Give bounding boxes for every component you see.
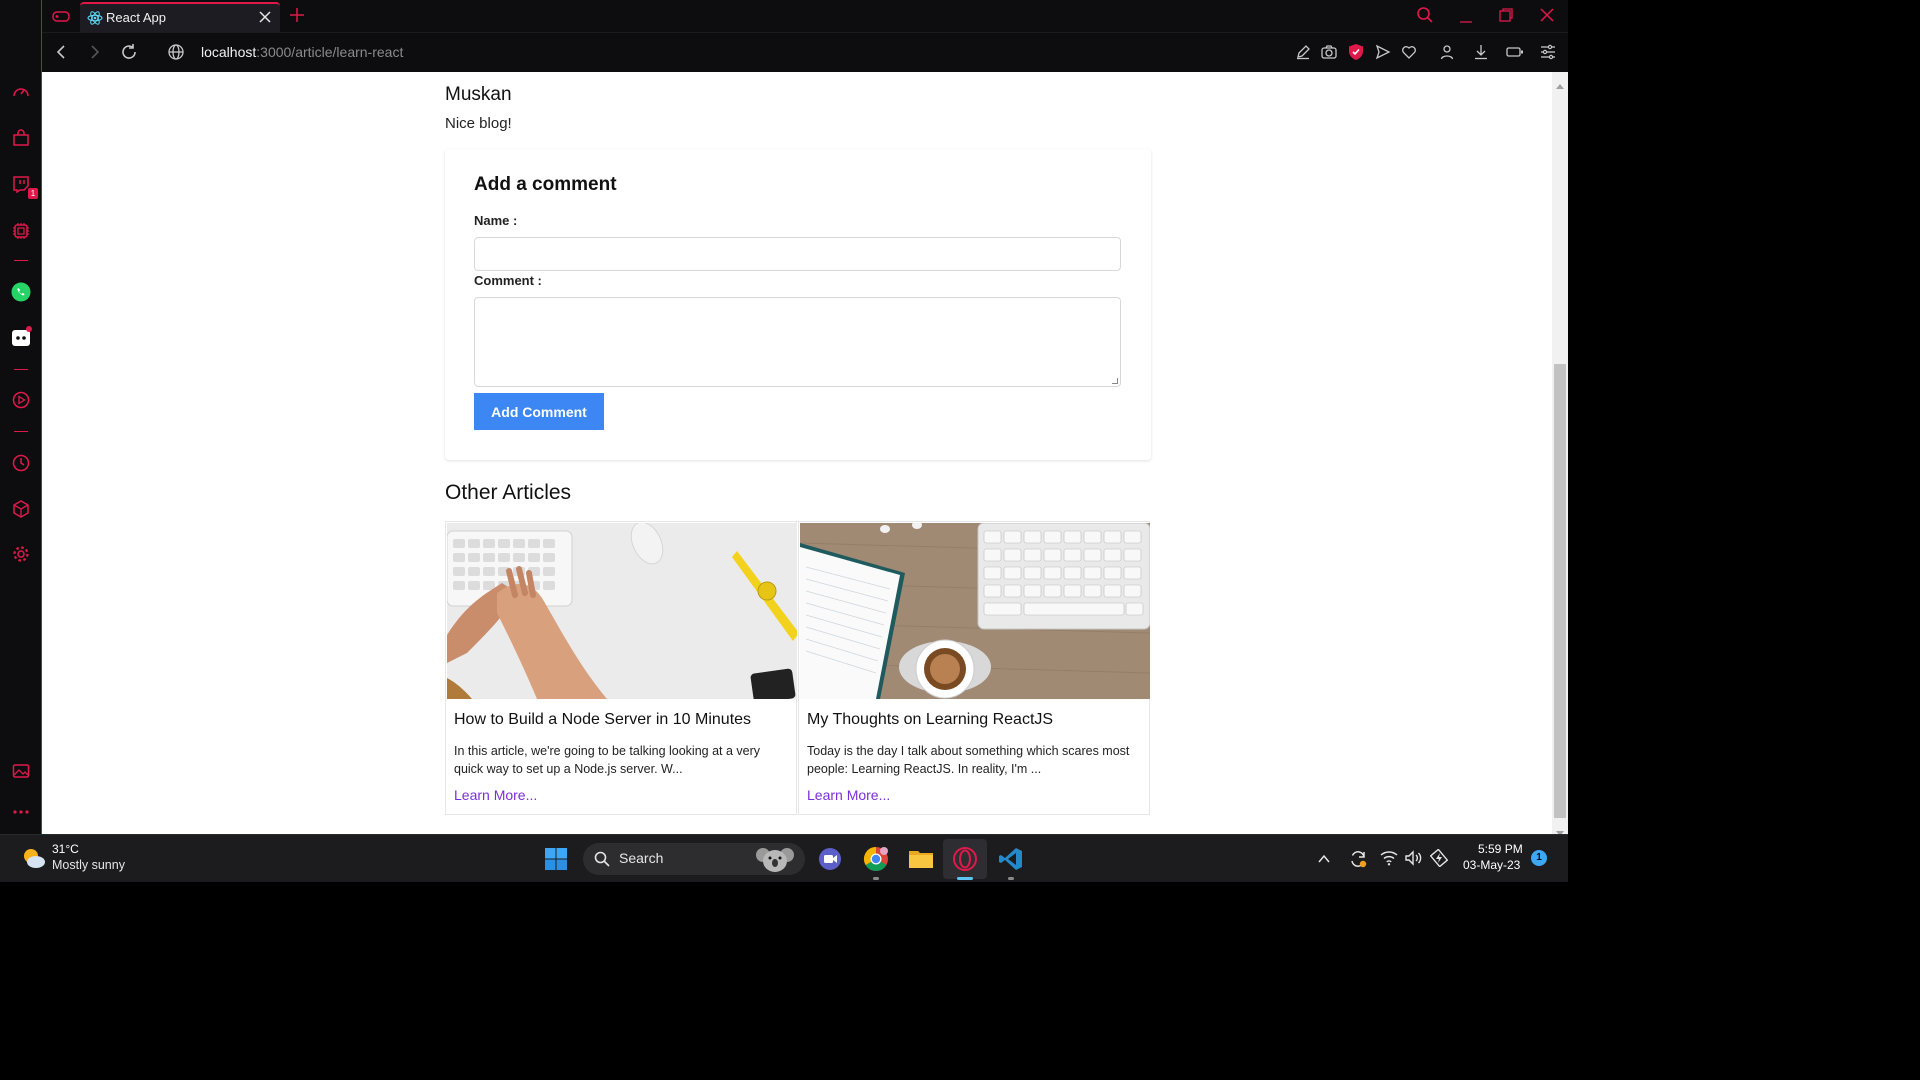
- minimize-icon[interactable]: [1458, 10, 1474, 24]
- article-title[interactable]: My Thoughts on Learning ReactJS: [807, 711, 1053, 729]
- reload-icon[interactable]: [120, 43, 138, 61]
- search-label: Search: [619, 850, 664, 866]
- vscode-running-indicator: [1008, 877, 1014, 880]
- new-tab-icon[interactable]: [289, 7, 305, 23]
- tab-title: React App: [106, 10, 166, 25]
- article-excerpt: In this article, we're going to be talki…: [454, 744, 761, 776]
- close-window-icon[interactable]: [1539, 7, 1555, 23]
- article-card[interactable]: My Thoughts on Learning ReactJS Today is…: [798, 521, 1150, 815]
- learn-more-link[interactable]: Learn More...: [454, 787, 537, 803]
- close-tab-icon[interactable]: [258, 10, 272, 24]
- windows-start-icon[interactable]: [538, 841, 574, 877]
- form-title: Add a comment: [474, 174, 617, 195]
- gallery-image-icon[interactable]: [10, 760, 32, 782]
- more-dots-icon[interactable]: [10, 801, 32, 823]
- add-comment-button[interactable]: Add Comment: [474, 393, 604, 430]
- scrollbar-thumb[interactable]: [1554, 364, 1566, 818]
- adblock-shield-icon[interactable]: [1348, 43, 1364, 61]
- windows-taskbar: 31°C Mostly sunny Search 5:59 PM 03-May-…: [0, 834, 1568, 882]
- history-clock-icon[interactable]: [10, 452, 32, 474]
- weather-temperature[interactable]: 31°C: [52, 842, 79, 856]
- search-icon: [594, 851, 610, 867]
- show-hidden-icons-chevron-icon[interactable]: [1317, 852, 1331, 866]
- koala-search-highlight-icon: [749, 845, 799, 873]
- hardware-chip-icon[interactable]: [10, 220, 32, 242]
- teams-meet-icon[interactable]: [812, 841, 848, 877]
- sidebar-divider: [14, 431, 28, 432]
- battery-saver-icon[interactable]: [1506, 44, 1524, 60]
- article-image-desk-coffee[interactable]: [800, 523, 1150, 699]
- learn-more-link[interactable]: Learn More...: [807, 787, 890, 803]
- site-info-globe-icon[interactable]: [167, 43, 185, 61]
- file-explorer-icon[interactable]: [903, 841, 939, 877]
- react-logo-icon: [87, 10, 103, 26]
- sidebar-divider: [14, 260, 28, 261]
- page-viewport: Muskan Nice blog! Add a comment Name : C…: [42, 72, 1552, 834]
- other-articles-heading: Other Articles: [445, 481, 572, 504]
- opera-active-indicator: [957, 877, 973, 880]
- article-title[interactable]: How to Build a Node Server in 10 Minutes: [454, 711, 751, 729]
- scroll-down-arrow-icon[interactable]: [1556, 824, 1564, 836]
- sync-icon[interactable]: [1348, 849, 1368, 869]
- speed-dial-icon[interactable]: [10, 81, 32, 103]
- restore-icon[interactable]: [1498, 7, 1514, 23]
- url-path: :3000/article/learn-react: [256, 44, 404, 60]
- back-icon[interactable]: [54, 44, 70, 60]
- scroll-up-arrow-icon[interactable]: [1556, 76, 1564, 89]
- url-field[interactable]: localhost:3000/article/learn-react: [201, 44, 403, 60]
- send-icon[interactable]: [1375, 44, 1391, 60]
- name-input[interactable]: [474, 237, 1121, 271]
- camera-icon[interactable]: [1321, 44, 1337, 60]
- whatsapp-icon[interactable]: [10, 281, 32, 303]
- article-excerpt: Today is the day I talk about something …: [807, 744, 1130, 776]
- account-icon[interactable]: [1439, 44, 1455, 60]
- gamepad-icon[interactable]: [52, 8, 70, 24]
- sidebar-divider: [14, 369, 28, 370]
- shopping-bag-icon[interactable]: [10, 127, 32, 149]
- comment-label: Comment :: [474, 273, 542, 288]
- download-icon[interactable]: [1473, 44, 1489, 60]
- clock-date[interactable]: 03-May-23: [1463, 858, 1520, 872]
- address-toolbar: localhost:3000/article/learn-react: [42, 32, 1568, 72]
- article-card[interactable]: How to Build a Node Server in 10 Minutes…: [445, 521, 797, 815]
- clock-time[interactable]: 5:59 PM: [1478, 842, 1523, 856]
- volume-icon[interactable]: [1405, 850, 1423, 866]
- add-comment-form: Add a comment Name : Comment : Add Comme…: [445, 149, 1151, 460]
- battery-charging-icon[interactable]: [1429, 848, 1449, 868]
- opera-gx-taskbar-icon[interactable]: [947, 841, 983, 877]
- browser-titlebar: React App: [0, 0, 1568, 32]
- twitch-notification-badge: 1: [28, 188, 38, 199]
- search-tabs-icon[interactable]: [1416, 6, 1434, 24]
- wifi-icon[interactable]: [1380, 850, 1398, 866]
- chrome-running-indicator: [873, 877, 879, 880]
- article-image-keyboard-typing[interactable]: [447, 523, 797, 699]
- tab-react-app[interactable]: React App: [80, 2, 280, 32]
- taskbar-search-box[interactable]: Search: [583, 843, 805, 875]
- comment-author: Muskan: [445, 84, 512, 105]
- favorite-heart-icon[interactable]: [1401, 44, 1417, 60]
- extensions-cube-icon[interactable]: [10, 498, 32, 520]
- name-label: Name :: [474, 213, 518, 228]
- discord-notification-dot: [26, 326, 32, 332]
- vscode-icon[interactable]: [993, 841, 1029, 877]
- comment-text: Nice blog!: [445, 115, 512, 132]
- settings-gear-icon[interactable]: [10, 543, 32, 565]
- resize-grip-icon[interactable]: [1112, 378, 1118, 384]
- weather-description[interactable]: Mostly sunny: [52, 858, 125, 872]
- forward-icon[interactable]: [86, 44, 102, 60]
- comment-textarea[interactable]: [474, 297, 1121, 387]
- browser-sidebar: 1: [0, 0, 42, 834]
- weather-sun-cloud-icon[interactable]: [21, 846, 47, 870]
- url-host: localhost: [201, 44, 257, 60]
- notification-count-badge[interactable]: 1: [1531, 850, 1547, 866]
- player-icon[interactable]: [10, 389, 32, 411]
- easy-setup-icon[interactable]: [1540, 44, 1556, 60]
- chrome-icon[interactable]: [858, 841, 894, 877]
- snapshot-edit-icon[interactable]: [1295, 44, 1311, 60]
